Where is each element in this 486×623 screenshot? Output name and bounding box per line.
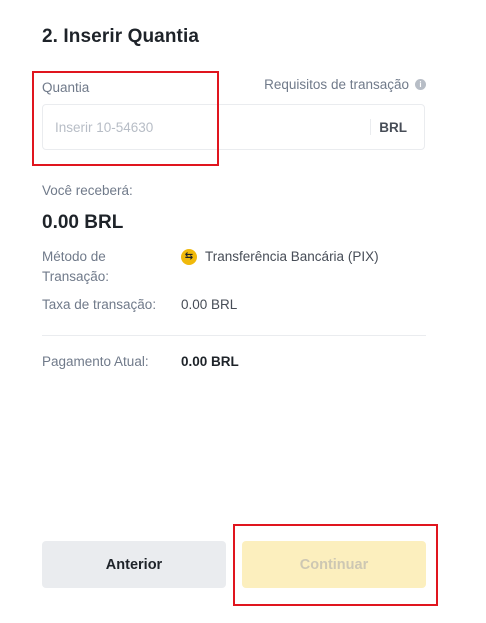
transaction-method-value: ⇆ Transferência Bancária (PIX) xyxy=(181,247,379,267)
transaction-fee-value: 0.00 BRL xyxy=(181,297,238,312)
amount-field-label: Quantia xyxy=(42,80,90,95)
details-divider xyxy=(42,335,426,336)
current-payment-label: Pagamento Atual: xyxy=(42,354,149,369)
amount-entry-page: 2. Inserir Quantia Quantia Requisitos de… xyxy=(0,0,486,623)
swap-arrows-icon: ⇆ xyxy=(181,249,197,265)
receive-currency: BRL xyxy=(84,212,124,233)
transaction-method-label-line1: Método de xyxy=(42,249,106,264)
amount-input[interactable] xyxy=(43,105,371,149)
unit-divider xyxy=(370,119,372,135)
amount-input-box: BRL xyxy=(42,104,425,150)
receive-value: 0.00 xyxy=(42,212,79,233)
current-payment-value: 0.00 BRL xyxy=(181,354,239,369)
transaction-fee-label: Taxa de transação: xyxy=(42,297,157,312)
step-title: 2. Inserir Quantia xyxy=(42,26,200,47)
transaction-requirements-label: Requisitos de transação xyxy=(264,77,409,92)
receive-amount: 0.00 BRL xyxy=(42,212,123,234)
info-icon[interactable]: i xyxy=(415,79,426,90)
transaction-method-text: Transferência Bancária (PIX) xyxy=(205,249,379,264)
continue-button[interactable]: Continuar xyxy=(242,541,426,588)
receive-label: Você receberá: xyxy=(42,183,133,198)
transaction-method-label-line2: Transação: xyxy=(42,269,110,284)
transaction-method-label: Método de Transação: xyxy=(42,247,109,287)
transaction-requirements-link[interactable]: Requisitos de transação i xyxy=(264,77,426,92)
amount-unit: BRL xyxy=(379,119,407,135)
previous-button[interactable]: Anterior xyxy=(42,541,226,588)
